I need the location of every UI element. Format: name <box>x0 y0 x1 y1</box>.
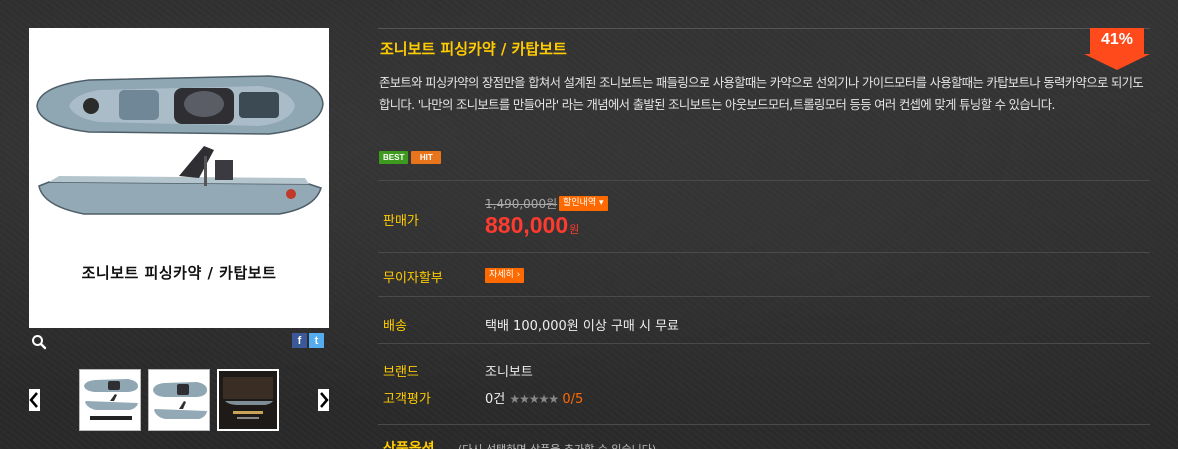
divider <box>378 252 1150 253</box>
rating-score: 0/5 <box>562 392 584 407</box>
review-label: 고객평가 <box>383 392 431 407</box>
review-count: 0건 <box>485 392 506 407</box>
discount-details-button[interactable]: 할인내역 ▾ <box>559 196 608 211</box>
brand-value: 조니보트 <box>485 365 533 380</box>
divider <box>378 424 1150 425</box>
chevron-right-icon <box>320 392 329 408</box>
product-badges: BEST HIT <box>379 151 442 164</box>
installment-label: 무이자할부 <box>383 271 443 286</box>
options-label: 상품옵션 <box>383 441 435 449</box>
next-thumb-button[interactable] <box>318 389 329 411</box>
top-divider <box>378 28 1150 29</box>
price-unit: 원 <box>569 224 580 236</box>
discount-percent: 41% <box>1100 31 1134 48</box>
thumbnail-1[interactable] <box>79 369 141 431</box>
prev-thumb-button[interactable] <box>29 389 40 411</box>
sns-share: f t <box>292 333 324 348</box>
installment-details-button[interactable]: 자세히 › <box>485 268 525 283</box>
product-main-image[interactable]: 조니보트 피싱카약 / 카탑보트 <box>29 28 329 328</box>
original-price: 1,490,000원 <box>485 197 558 211</box>
discount-tag: 41% <box>1084 28 1150 70</box>
price-label: 판매가 <box>383 214 419 229</box>
facebook-icon[interactable]: f <box>292 333 307 348</box>
twitter-icon[interactable]: t <box>309 333 324 348</box>
shipping-value: 택배 100,000원 이상 구매 시 무료 <box>485 319 680 334</box>
product-title: 조니보트 피싱카약 / 카탑보트 <box>380 40 567 58</box>
zoom-icon[interactable] <box>31 334 47 350</box>
shipping-label: 배송 <box>383 319 407 334</box>
divider <box>378 343 1150 344</box>
image-caption: 조니보트 피싱카약 / 카탑보트 <box>81 264 277 282</box>
rating-stars: ★★★★★ <box>509 392 559 406</box>
brand-label: 브랜드 <box>383 365 419 380</box>
divider <box>378 180 1150 181</box>
best-badge: BEST <box>379 151 409 164</box>
thumbnail-3[interactable] <box>217 369 279 431</box>
kayak-image <box>36 75 324 215</box>
sale-price-value: 880,000 <box>485 212 569 238</box>
chevron-left-icon <box>29 392 38 408</box>
sale-price: 880,000원 <box>485 212 579 239</box>
review-summary: 0건 ★★★★★ 0/5 <box>485 388 583 407</box>
hit-badge: HIT <box>411 151 442 164</box>
divider <box>378 296 1150 297</box>
product-description: 존보트와 피싱카약의 장점만을 합쳐서 설계된 조니보트는 패들링으로 사용할때… <box>379 76 1144 112</box>
options-hint: (다시 선택하면 상품을 추가할 수 있습니다) <box>458 441 656 449</box>
thumbnail-2[interactable] <box>148 369 210 431</box>
